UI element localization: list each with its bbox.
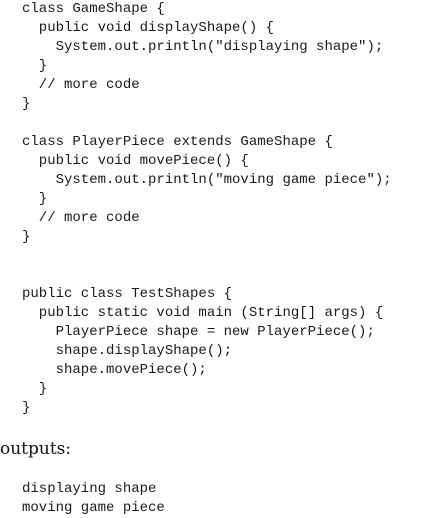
- java-source-code: class GameShape { public void displaySha…: [22, 0, 392, 418]
- code-line: public class TestShapes {: [22, 286, 233, 302]
- code-line: shape.displayShape();: [22, 343, 233, 359]
- output-line: moving game piece: [22, 500, 165, 516]
- code-line: }: [22, 58, 48, 74]
- code-line: shape.movePiece();: [22, 362, 207, 378]
- code-line: System.out.println("moving game piece");: [22, 172, 392, 188]
- code-line: public static void main (String[] args) …: [22, 305, 384, 321]
- code-line: public void displayShape() {: [22, 20, 275, 36]
- code-line: public void movePiece() {: [22, 153, 249, 169]
- code-line: }: [22, 381, 48, 397]
- code-line: }: [22, 96, 31, 112]
- outputs-caption: outputs:: [0, 439, 72, 459]
- code-line: }: [22, 191, 48, 207]
- code-line: }: [22, 229, 31, 245]
- output-line: displaying shape: [22, 481, 157, 497]
- code-line: // more code: [22, 210, 140, 226]
- code-line: class PlayerPiece extends GameShape {: [22, 134, 333, 150]
- code-line: System.out.println("displaying shape");: [22, 39, 384, 55]
- code-line: // more code: [22, 77, 140, 93]
- code-line: PlayerPiece shape = new PlayerPiece();: [22, 324, 375, 340]
- code-line: class GameShape {: [22, 1, 165, 17]
- program-output: displaying shape moving game piece: [22, 480, 165, 518]
- code-line: }: [22, 400, 31, 416]
